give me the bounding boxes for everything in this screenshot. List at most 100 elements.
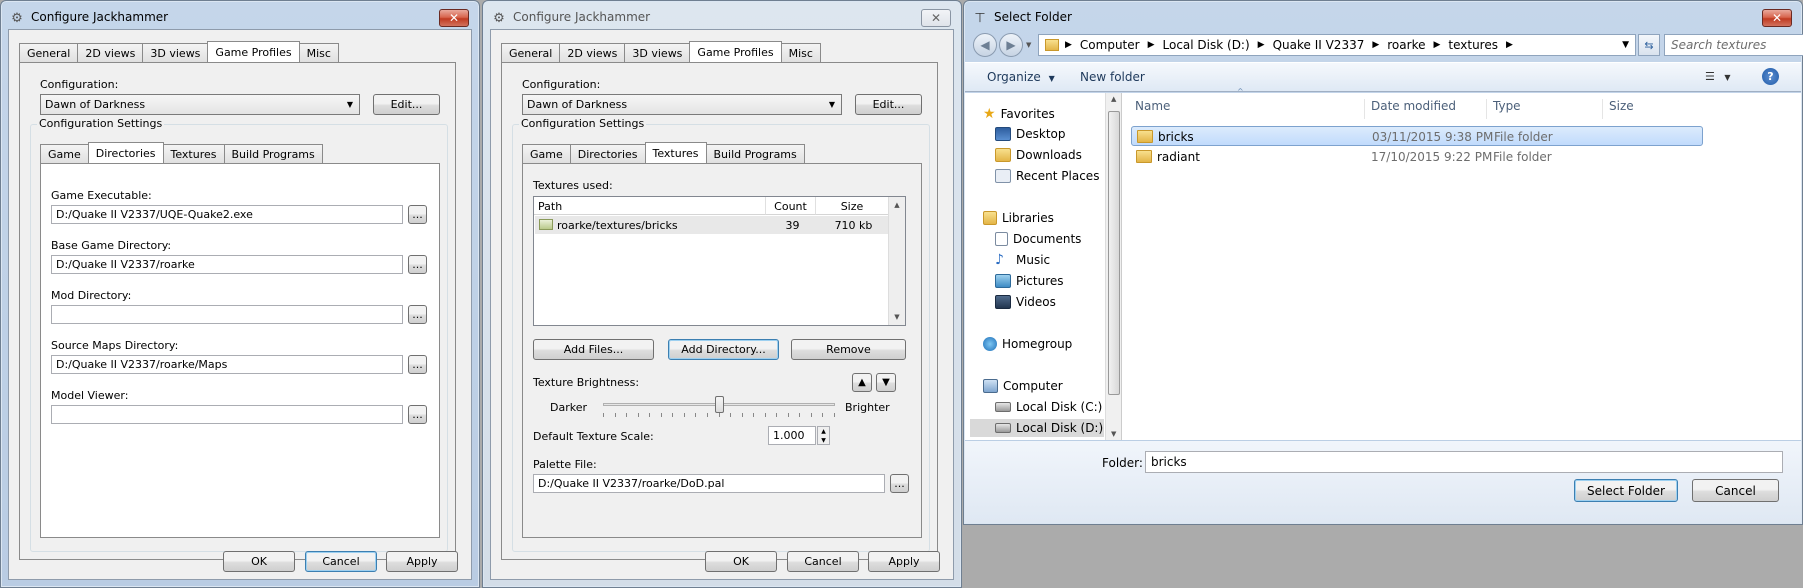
slider-thumb[interactable] (715, 396, 724, 413)
cancel-button[interactable]: Cancel (1692, 479, 1779, 502)
scroll-down-icon[interactable]: ▼ (889, 309, 905, 325)
tab-3d-views[interactable]: 3D views (624, 43, 691, 62)
tab-misc[interactable]: Misc (780, 43, 821, 62)
arrow-down-button[interactable]: ▼ (876, 373, 896, 392)
nav-music[interactable]: ♪ Music (995, 251, 1050, 269)
tab-game-profiles[interactable]: Game Profiles (689, 41, 782, 62)
vertical-scrollbar[interactable]: ▲ ▼ (888, 197, 905, 325)
breadcrumb-computer[interactable]: Computer (1080, 38, 1140, 52)
remove-button[interactable]: Remove (791, 339, 906, 360)
cancel-button[interactable]: Cancel (787, 551, 859, 572)
table-row[interactable]: roarke/textures/bricks 39 710 kb (535, 216, 888, 234)
tab-2d-views[interactable]: 2D views (77, 43, 144, 62)
subtab-build-programs[interactable]: Build Programs (705, 144, 805, 163)
spin-up-icon[interactable]: ▲ (818, 427, 829, 436)
recent-pages-dropdown[interactable]: ▼ (1026, 41, 1031, 49)
apply-button[interactable]: Apply (868, 551, 940, 572)
title-bar[interactable]: ⊤ Select Folder ✕ (964, 1, 1802, 35)
nav-pictures[interactable]: Pictures (995, 272, 1064, 290)
ok-button[interactable]: OK (705, 551, 777, 572)
subtab-build-programs[interactable]: Build Programs (223, 144, 323, 163)
edit-button[interactable]: Edit... (373, 94, 440, 115)
configuration-select[interactable]: Dawn of Darkness ▼ (522, 94, 842, 115)
folder-input[interactable]: bricks (1145, 451, 1783, 473)
nav-scrollbar[interactable]: ▲ ▼ (1105, 93, 1122, 440)
subtab-directories[interactable]: Directories (569, 144, 646, 163)
scale-input[interactable]: 1.000 (768, 426, 816, 445)
forward-button[interactable]: ▶ (999, 33, 1023, 57)
subtab-textures[interactable]: Textures (644, 142, 707, 163)
brightness-slider[interactable] (603, 396, 835, 418)
apply-button[interactable]: Apply (386, 551, 458, 572)
nav-local-disk-d[interactable]: Local Disk (D:) (970, 419, 1104, 437)
file-row[interactable]: radiant 17/10/2015 9:22 PM File folder (1131, 147, 1703, 167)
browse-button[interactable]: ... (408, 255, 427, 274)
column-type[interactable]: Type (1493, 99, 1603, 119)
address-bar[interactable]: ▶ Computer ▶ Local Disk (D:) ▶ Quake II … (1038, 34, 1636, 56)
ok-button[interactable]: OK (223, 551, 295, 572)
close-button[interactable]: ✕ (439, 9, 469, 27)
source-maps-directory-input[interactable]: D:/Quake II V2337/roarke/Maps (51, 355, 403, 374)
browse-button[interactable]: ... (408, 205, 427, 224)
close-button[interactable]: ✕ (1762, 9, 1792, 27)
nav-homegroup[interactable]: Homegroup (983, 335, 1072, 353)
back-button[interactable]: ◀ (973, 33, 997, 57)
game-executable-input[interactable]: D:/Quake II V2337/UQE-Quake2.exe (51, 205, 403, 224)
address-dropdown-icon[interactable]: ▼ (1622, 40, 1629, 50)
tab-misc[interactable]: Misc (298, 43, 339, 62)
close-button[interactable]: ✕ (921, 9, 951, 27)
column-count[interactable]: Count (766, 197, 816, 215)
tab-general[interactable]: General (19, 43, 79, 62)
edit-button[interactable]: Edit... (855, 94, 922, 115)
column-name[interactable]: Name (1135, 99, 1365, 119)
file-row[interactable]: bricks 03/11/2015 9:38 PM File folder (1131, 126, 1703, 146)
help-button[interactable]: ? (1762, 68, 1779, 85)
tab-2d-views[interactable]: 2D views (559, 43, 626, 62)
nav-libraries[interactable]: Libraries (983, 209, 1054, 227)
nav-documents[interactable]: Documents (995, 230, 1081, 248)
arrow-up-button[interactable]: ▲ (852, 373, 872, 392)
tab-game-profiles[interactable]: Game Profiles (207, 41, 300, 62)
tab-general[interactable]: General (501, 43, 561, 62)
column-path[interactable]: Path (534, 197, 766, 215)
column-date-modified[interactable]: Date modified (1371, 99, 1487, 119)
select-folder-button[interactable]: Select Folder (1574, 479, 1678, 502)
add-directory-button[interactable]: Add Directory... (668, 339, 779, 360)
add-files-button[interactable]: Add Files... (533, 339, 654, 360)
subtab-directories[interactable]: Directories (87, 142, 164, 163)
scroll-up-icon[interactable]: ▲ (889, 197, 905, 213)
view-options-button[interactable]: ☰ ▼ (1705, 70, 1731, 83)
scroll-up-icon[interactable]: ▲ (1111, 95, 1116, 103)
nav-downloads[interactable]: Downloads (995, 146, 1082, 164)
column-size[interactable]: Size (816, 197, 889, 215)
browse-button[interactable]: ... (408, 355, 427, 374)
model-viewer-input[interactable] (51, 405, 403, 424)
nav-videos[interactable]: Videos (995, 293, 1056, 311)
column-size[interactable]: Size (1609, 99, 1699, 119)
browse-button[interactable]: ... (890, 474, 909, 493)
spin-down-icon[interactable]: ▼ (818, 436, 829, 445)
scroll-down-icon[interactable]: ▼ (1111, 430, 1116, 438)
nav-favorites[interactable]: ★ Favorites (983, 105, 1055, 123)
mod-directory-input[interactable] (51, 305, 403, 324)
organize-button[interactable]: Organize ▼ (987, 70, 1055, 84)
palette-input[interactable]: D:/Quake II V2337/roarke/DoD.pal (533, 474, 885, 493)
breadcrumb-local-disk-d[interactable]: Local Disk (D:) (1163, 38, 1250, 52)
scroll-thumb[interactable] (1108, 111, 1120, 395)
new-folder-button[interactable]: New folder (1080, 70, 1145, 84)
scale-spinner[interactable]: ▲ ▼ (817, 426, 830, 445)
nav-desktop[interactable]: Desktop (995, 125, 1066, 143)
search-box[interactable]: Search textures ⚲ (1664, 34, 1803, 56)
configuration-select[interactable]: Dawn of Darkness ▼ (40, 94, 360, 115)
cancel-button[interactable]: Cancel (305, 551, 377, 572)
subtab-game[interactable]: Game (40, 144, 89, 163)
browse-button[interactable]: ... (408, 405, 427, 424)
breadcrumb-textures[interactable]: textures (1448, 38, 1498, 52)
tab-3d-views[interactable]: 3D views (142, 43, 209, 62)
nav-local-disk-c[interactable]: Local Disk (C:) (995, 398, 1102, 416)
base-game-directory-input[interactable]: D:/Quake II V2337/roarke (51, 255, 403, 274)
breadcrumb-quake[interactable]: Quake II V2337 (1273, 38, 1365, 52)
browse-button[interactable]: ... (408, 305, 427, 324)
refresh-button[interactable]: ⇆ (1638, 34, 1660, 56)
nav-recent-places[interactable]: Recent Places (995, 167, 1099, 185)
